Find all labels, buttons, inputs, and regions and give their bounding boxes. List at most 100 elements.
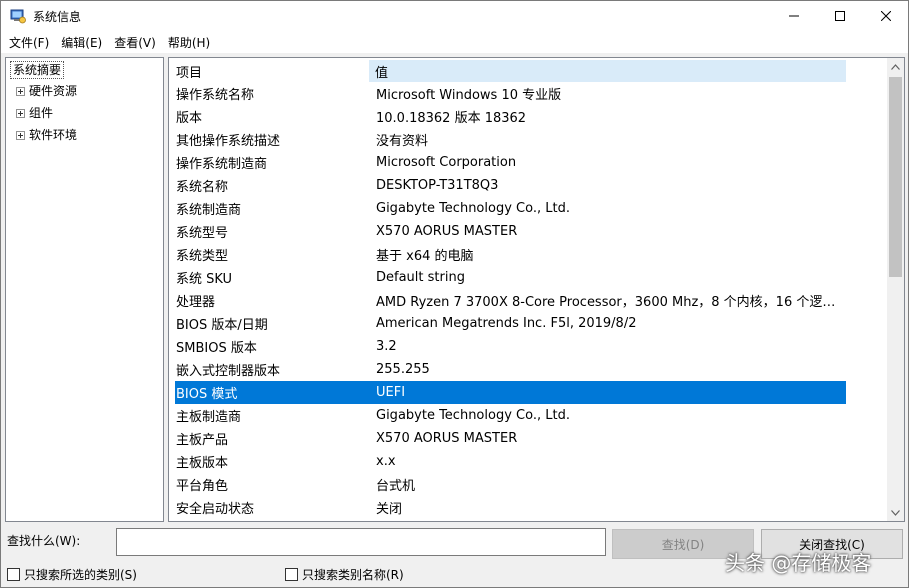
table-row[interactable]: 系统型号 X570 AORUS MASTER [175,220,846,243]
menu-file[interactable]: 文件(F) [3,32,55,53]
row-item: 操作系统名称 [176,88,255,103]
menu-bar: 文件(F) 编辑(E) 查看(V) 帮助(H) [1,31,908,53]
maximize-button[interactable] [817,1,863,31]
table-row[interactable]: 嵌入式控制器版本 255.255 [175,358,846,381]
expand-plus-icon[interactable] [16,108,25,118]
column-header-item[interactable]: 项目 [175,60,369,82]
title-bar[interactable]: 系统信息 [1,1,908,31]
table-row[interactable]: 系统类型 基于 x64 的电脑 [175,243,846,266]
row-item: 系统名称 [176,180,229,195]
row-item: 系统制造商 [176,203,242,218]
column-header-value[interactable]: 值 [369,60,846,82]
table-row[interactable]: 主板制造商 Gigabyte Technology Co., Ltd. [175,404,846,427]
close-button[interactable] [863,1,909,31]
row-item: 嵌入式控制器版本 [176,364,281,379]
table-row[interactable]: 操作系统名称 Microsoft Windows 10 专业版 [175,82,846,105]
row-item: 系统类型 [176,249,229,264]
search-selected-category-checkbox[interactable]: 只搜索所选的类别(S) [7,566,137,583]
checkbox-box[interactable] [7,568,20,581]
row-value: x.x [376,454,396,469]
row-value: DESKTOP-T31T8Q3 [376,178,499,193]
row-value: Gigabyte Technology Co., Ltd. [376,201,570,216]
row-item: 系统 SKU [176,272,233,287]
row-item: 主板产品 [176,433,229,448]
find-label: 查找什么(W): [7,534,81,548]
row-value: Microsoft Corporation [376,155,517,170]
row-item: 安全启动状态 [176,502,255,517]
row-value: Default string [376,270,465,285]
details-list[interactable]: 项目 值 操作系统名称 Microsoft Windows 10 专业版版本 10.… [168,57,905,522]
system-info-window: 系统信息 文件(F) 编辑(E) 查看(V) 帮助(H) 系统摘要 硬件资源 组… [0,0,909,588]
menu-help[interactable]: 帮助(H) [162,32,216,53]
table-row[interactable]: 版本 10.0.18362 版本 18362 [175,105,846,128]
row-value: 没有资料 [376,134,429,149]
tree-item-label: 软件环境 [29,128,78,142]
row-value: 10.0.18362 版本 18362 [376,111,527,126]
tree-item-software-environment[interactable]: 软件环境 [16,127,77,143]
tree-item-hardware-resources[interactable]: 硬件资源 [16,83,77,99]
table-row[interactable]: 系统名称 DESKTOP-T31T8Q3 [175,174,846,197]
menu-view[interactable]: 查看(V) [108,32,162,53]
table-row[interactable]: BIOS 模式 UEFI [175,381,846,404]
row-value: AMD Ryzen 7 3700X 8-Core Processor，3600 … [376,295,846,310]
table-row[interactable]: 操作系统制造商 Microsoft Corporation [175,151,846,174]
table-row[interactable]: 平台角色 台式机 [175,473,846,496]
minimize-icon [789,15,799,17]
expand-plus-icon[interactable] [16,130,25,140]
table-row[interactable]: 系统制造商 Gigabyte Technology Co., Ltd. [175,197,846,220]
chevron-down-icon [891,509,900,516]
row-value: 台式机 [376,479,416,494]
row-value: 3.2 [376,339,397,354]
scroll-up-button[interactable] [887,58,904,75]
table-row[interactable]: 其他操作系统描述 没有资料 [175,128,846,151]
row-item: SMBIOS 版本 [176,341,257,356]
scroll-thumb[interactable] [889,77,902,277]
table-row[interactable]: 主板版本 x.x [175,450,846,473]
maximize-icon [835,11,845,21]
row-value: 基于 x64 的电脑 [376,249,474,264]
tree-item-label: 组件 [29,106,54,120]
row-item: 平台角色 [176,479,229,494]
row-value: 关闭 [376,502,403,517]
list-header: 项目 值 [175,60,846,82]
row-item: BIOS 模式 [176,387,238,402]
row-value: X570 AORUS MASTER [376,224,518,239]
tree-item-components[interactable]: 组件 [16,105,53,121]
table-row[interactable]: BIOS 版本/日期 American Megatrends Inc. F5l, … [175,312,846,335]
list-rows: 操作系统名称 Microsoft Windows 10 专业版版本 10.0.183… [175,82,846,519]
search-category-names-checkbox[interactable]: 只搜索类别名称(R) [285,566,404,583]
category-tree[interactable]: 系统摘要 硬件资源 组件 软件环境 [5,57,164,522]
expand-plus-icon[interactable] [16,86,25,96]
row-item: 版本 [176,111,203,126]
table-row[interactable]: SMBIOS 版本 3.2 [175,335,846,358]
row-item: 操作系统制造商 [176,157,268,172]
chevron-up-icon [891,63,900,70]
tree-item-label: 硬件资源 [29,84,78,98]
row-item: 其他操作系统描述 [176,134,281,149]
row-value: UEFI [376,385,406,400]
menu-edit[interactable]: 编辑(E) [55,32,108,53]
table-row[interactable]: 处理器 AMD Ryzen 7 3700X 8-Core Processor，36… [175,289,846,312]
row-item: 主板版本 [176,456,229,471]
table-row[interactable]: 安全启动状态 关闭 [175,496,846,519]
minimize-button[interactable] [771,1,817,31]
checkbox-box[interactable] [285,568,298,581]
table-row[interactable]: 主板产品 X570 AORUS MASTER [175,427,846,450]
row-value: Gigabyte Technology Co., Ltd. [376,408,570,423]
system-info-icon [10,8,26,24]
row-item: 主板制造商 [176,410,242,425]
row-value: American Megatrends Inc. F5l, 2019/8/2 [376,316,637,331]
find-input[interactable] [116,528,606,556]
scroll-down-button[interactable] [887,504,904,521]
row-value: 255.255 [376,362,430,377]
row-item: 系统型号 [176,226,229,241]
table-row[interactable]: 系统 SKU Default string [175,266,846,289]
tree-item-system-summary[interactable]: 系统摘要 [10,61,65,79]
row-value: X570 AORUS MASTER [376,431,518,446]
window-title: 系统信息 [33,10,82,24]
row-item: BIOS 版本/日期 [176,318,268,333]
close-icon [881,11,891,21]
row-value: Microsoft Windows 10 专业版 [376,88,562,103]
row-item: 处理器 [176,295,216,310]
vertical-scrollbar[interactable] [887,58,904,521]
